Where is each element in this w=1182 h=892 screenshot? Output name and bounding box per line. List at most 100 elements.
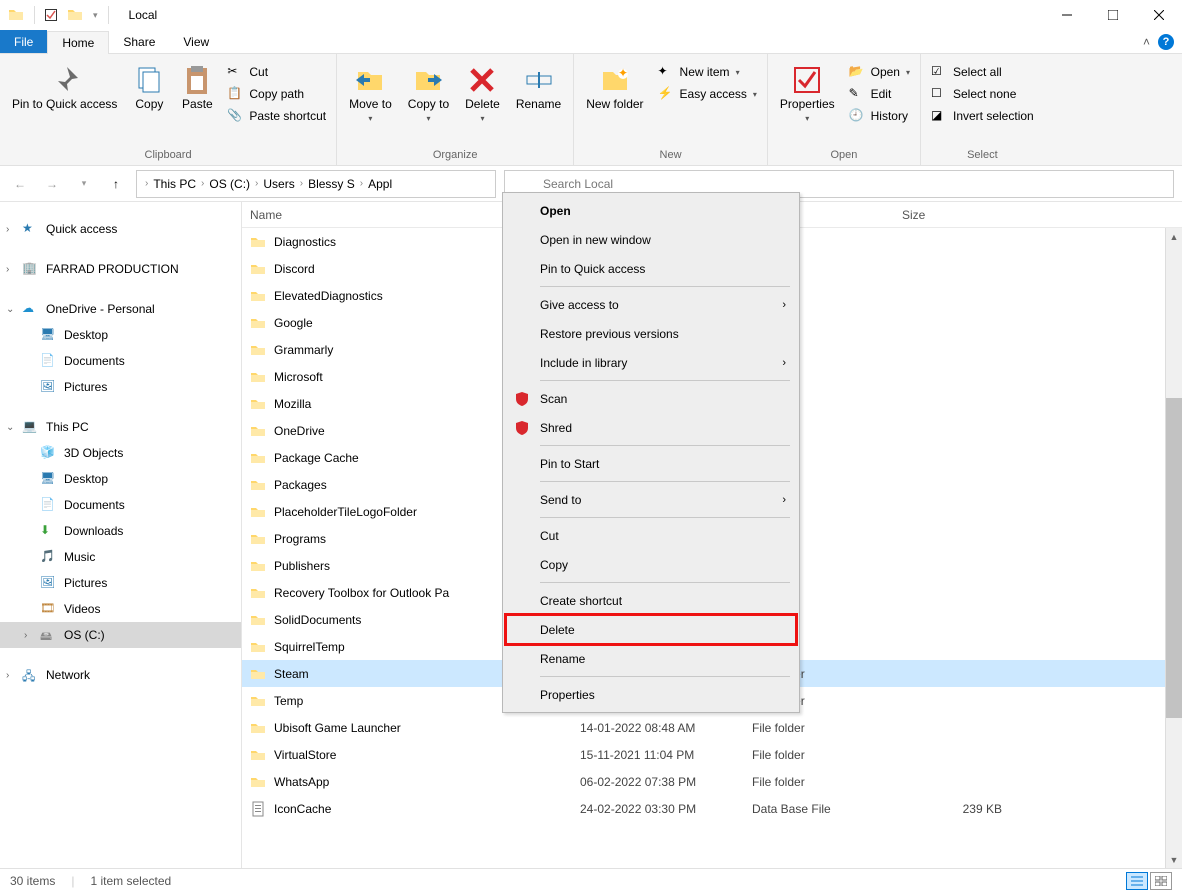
tab-share[interactable]: Share [109, 30, 169, 53]
chevron-right-icon[interactable]: › [201, 178, 204, 189]
group-label: Clipboard [6, 147, 330, 165]
new-item-button[interactable]: ✦New item ▾ [654, 62, 761, 82]
select-all-button[interactable]: ☑Select all [927, 62, 1038, 82]
sidebar-item-documents[interactable]: 📄Documents [0, 348, 241, 374]
breadcrumb-item[interactable]: Users [260, 177, 297, 191]
new-folder-button[interactable]: ✦ New folder [580, 62, 649, 114]
column-header-size[interactable]: Size [894, 208, 1014, 222]
details-view-button[interactable] [1126, 872, 1148, 890]
tab-file[interactable]: File [0, 30, 47, 53]
invert-selection-button[interactable]: ◪Invert selection [927, 106, 1038, 126]
breadcrumb-item[interactable]: This PC [150, 177, 199, 191]
sidebar-item-3d-objects[interactable]: 🧊3D Objects [0, 440, 241, 466]
tab-view[interactable]: View [169, 30, 223, 53]
select-none-button[interactable]: ☐Select none [927, 84, 1038, 104]
open-button[interactable]: 📂Open ▾ [845, 62, 914, 82]
sidebar-item-pictures[interactable]: 🖼Pictures [0, 570, 241, 596]
maximize-button[interactable] [1090, 0, 1136, 30]
recent-locations-button[interactable]: ▾ [72, 172, 96, 196]
qat-dropdown[interactable]: ▾ [93, 10, 98, 21]
history-button[interactable]: 🕘History [845, 106, 914, 126]
copy-button[interactable]: Copy [127, 62, 171, 114]
sidebar-item-desktop[interactable]: 🖥Desktop [0, 322, 241, 348]
file-type: File folder [744, 775, 894, 789]
cut-button[interactable]: ✂Cut [223, 62, 330, 82]
scroll-down-icon[interactable]: ▼ [1166, 851, 1182, 868]
ctx-rename[interactable]: Rename [506, 644, 796, 673]
ctx-send-to[interactable]: Send to› [506, 485, 796, 514]
ctx-properties[interactable]: Properties [506, 680, 796, 709]
thumbnails-view-button[interactable] [1150, 872, 1172, 890]
chevron-right-icon[interactable]: › [255, 178, 258, 189]
paste-shortcut-button[interactable]: 📎Paste shortcut [223, 106, 330, 126]
paste-button[interactable]: Paste [175, 62, 219, 114]
ctx-open[interactable]: Open [506, 196, 796, 225]
ctx-shred[interactable]: Shred [506, 413, 796, 442]
table-row[interactable]: VirtualStore15-11-2021 11:04 PMFile fold… [242, 741, 1182, 768]
edit-button[interactable]: ✎Edit [845, 84, 914, 104]
sidebar-item-os-drive[interactable]: ›🖴OS (C:) [0, 622, 241, 648]
ctx-pin-to-start[interactable]: Pin to Start [506, 449, 796, 478]
breadcrumb-item[interactable]: OS (C:) [206, 177, 253, 191]
collapse-ribbon-icon[interactable]: ˄ [1143, 35, 1150, 49]
sidebar-item-videos[interactable]: 🎞Videos [0, 596, 241, 622]
ctx-give-access-to[interactable]: Give access to› [506, 290, 796, 319]
sidebar-this-pc[interactable]: ⌄💻This PC [0, 414, 241, 440]
sidebar-item-downloads[interactable]: ⬇Downloads [0, 518, 241, 544]
ctx-pin-quick-access[interactable]: Pin to Quick access [506, 254, 796, 283]
vertical-scrollbar[interactable]: ▲ ▼ [1165, 228, 1182, 868]
file-name: Discord [274, 262, 315, 276]
scroll-up-icon[interactable]: ▲ [1166, 228, 1182, 245]
folder-icon [250, 639, 266, 655]
up-button[interactable]: ↑ [104, 172, 128, 196]
sidebar-item-farrad[interactable]: ›🏢FARRAD PRODUCTION [0, 256, 241, 282]
properties-button[interactable]: Properties▾ [774, 62, 841, 125]
folder-icon [250, 693, 266, 709]
ctx-copy[interactable]: Copy [506, 550, 796, 579]
easy-access-button[interactable]: ⚡Easy access ▾ [654, 84, 761, 104]
minimize-button[interactable] [1044, 0, 1090, 30]
ctx-create-shortcut[interactable]: Create shortcut [506, 586, 796, 615]
ctx-cut[interactable]: Cut [506, 521, 796, 550]
table-row[interactable]: IconCache24-02-2022 03:30 PMData Base Fi… [242, 795, 1182, 822]
chevron-right-icon[interactable]: › [300, 178, 303, 189]
rename-icon [523, 64, 555, 96]
table-row[interactable]: WhatsApp06-02-2022 07:38 PMFile folder [242, 768, 1182, 795]
navigation-pane[interactable]: ›★Quick access ›🏢FARRAD PRODUCTION ⌄☁One… [0, 202, 242, 868]
sidebar-item-music[interactable]: 🎵Music [0, 544, 241, 570]
file-name: OneDrive [274, 424, 325, 438]
close-button[interactable] [1136, 0, 1182, 30]
chevron-right-icon[interactable]: › [360, 178, 363, 189]
ctx-delete[interactable]: Delete [506, 615, 796, 644]
move-to-button[interactable]: Move to▾ [343, 62, 398, 125]
pin-quick-access-button[interactable]: Pin to Quick access [6, 62, 123, 114]
ctx-restore-previous[interactable]: Restore previous versions [506, 319, 796, 348]
scrollbar-thumb[interactable] [1166, 398, 1182, 718]
copy-path-button[interactable]: 📋Copy path [223, 84, 330, 104]
ctx-include-in-library[interactable]: Include in library› [506, 348, 796, 377]
qat-checkbox[interactable] [45, 9, 57, 21]
folder-icon [250, 585, 266, 601]
ribbon: Pin to Quick access Copy Paste ✂Cut 📋Cop… [0, 54, 1182, 166]
sidebar-item-pictures[interactable]: 🖼Pictures [0, 374, 241, 400]
help-icon[interactable]: ? [1158, 34, 1174, 50]
back-button[interactable]: ← [8, 172, 32, 196]
breadcrumb-item[interactable]: Blessy S [305, 177, 358, 191]
ctx-scan[interactable]: Scan [506, 384, 796, 413]
sidebar-item-desktop[interactable]: 🖥Desktop [0, 466, 241, 492]
chevron-right-icon[interactable]: › [145, 178, 148, 189]
file-name: Google [274, 316, 313, 330]
ctx-open-new-window[interactable]: Open in new window [506, 225, 796, 254]
sidebar-item-documents[interactable]: 📄Documents [0, 492, 241, 518]
breadcrumb-item[interactable]: Appl [365, 177, 395, 191]
rename-button[interactable]: Rename [510, 62, 567, 114]
copy-to-button[interactable]: Copy to▾ [402, 62, 455, 125]
table-row[interactable]: Ubisoft Game Launcher14-01-2022 08:48 AM… [242, 714, 1182, 741]
sidebar-network[interactable]: ›🖧Network [0, 662, 241, 688]
sidebar-quick-access[interactable]: ›★Quick access [0, 216, 241, 242]
tab-home[interactable]: Home [47, 31, 109, 54]
sidebar-onedrive[interactable]: ⌄☁OneDrive - Personal [0, 296, 241, 322]
forward-button[interactable]: → [40, 172, 64, 196]
delete-button[interactable]: Delete▾ [459, 62, 506, 125]
breadcrumb[interactable]: › This PC› OS (C:)› Users› Blessy S› App… [136, 170, 496, 198]
